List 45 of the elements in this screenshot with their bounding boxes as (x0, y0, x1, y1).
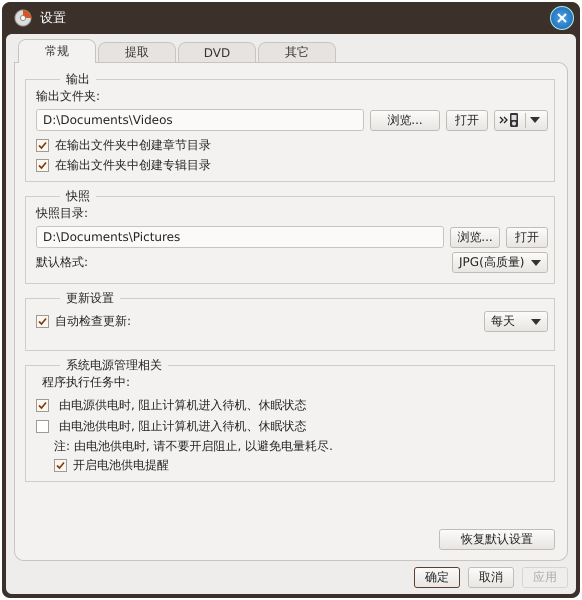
caret-icon (531, 260, 541, 266)
checkbox-label: 开启电池供电提醒 (73, 456, 169, 474)
restore-defaults-button[interactable]: 恢复默认设置 (439, 529, 555, 550)
checkbox[interactable] (54, 458, 67, 472)
close-icon (557, 13, 567, 23)
tab[interactable]: 常规 (18, 39, 96, 63)
browse-button[interactable]: 浏览... (450, 226, 500, 248)
checkbox-label: 自动检查更新: (55, 313, 132, 330)
tab[interactable]: 提取 (98, 42, 176, 62)
checkbox-label: 由电池供电时, 阻止计算机进入待机、休眠状态 (59, 418, 307, 434)
checkbox-label: 在输出文件夹中创建专辑目录 (55, 156, 211, 174)
open-button[interactable]: 打开 (506, 226, 548, 248)
tab[interactable]: DVD (178, 42, 256, 62)
caret-icon (530, 117, 540, 123)
group-title: 更新设置 (65, 290, 115, 307)
group-title: 系统电源管理相关 (65, 357, 163, 374)
close-button[interactable] (550, 6, 574, 30)
folder-field[interactable]: D:\Documents\Videos (36, 109, 364, 131)
checkbox[interactable] (36, 138, 49, 152)
device-button[interactable] (494, 110, 548, 130)
group-title: 输出 (65, 71, 91, 88)
checkbox-label: 由电源供电时, 阻止计算机进入待机、休眠状态 (59, 396, 307, 414)
disc-icon (14, 9, 32, 27)
note-text: 注: 由电池供电时, 请不要开启阻止, 以避免电量耗尽. (54, 438, 334, 455)
tab[interactable]: 其它 (258, 42, 336, 62)
dialog-button[interactable]: 取消 (468, 567, 514, 588)
frequency-dropdown[interactable]: 每天 (484, 311, 548, 332)
group-title: 快照 (64, 188, 91, 205)
browse-button[interactable]: 浏览... (370, 110, 440, 130)
checkbox[interactable] (36, 315, 49, 328)
format-dropdown[interactable]: JPG(高质量) (452, 252, 548, 273)
field-label: 输出文件夹: (36, 88, 102, 105)
checkbox[interactable] (36, 158, 49, 172)
checkbox-label: 在输出文件夹中创建章节目录 (55, 136, 211, 154)
field-label: 快照目录: (36, 205, 90, 222)
checkbox[interactable] (36, 420, 49, 432)
field-label: 默认格式: (36, 254, 88, 271)
section-label: 程序执行任务中: (42, 374, 132, 391)
checkbox[interactable] (36, 398, 49, 412)
folder-field[interactable]: D:\Documents\Pictures (36, 226, 444, 248)
device-icon (499, 112, 521, 128)
caret-icon (531, 318, 541, 324)
window-title: 设置 (40, 10, 66, 27)
open-button[interactable]: 打开 (446, 110, 488, 130)
dialog-button[interactable]: 确定 (414, 567, 460, 588)
